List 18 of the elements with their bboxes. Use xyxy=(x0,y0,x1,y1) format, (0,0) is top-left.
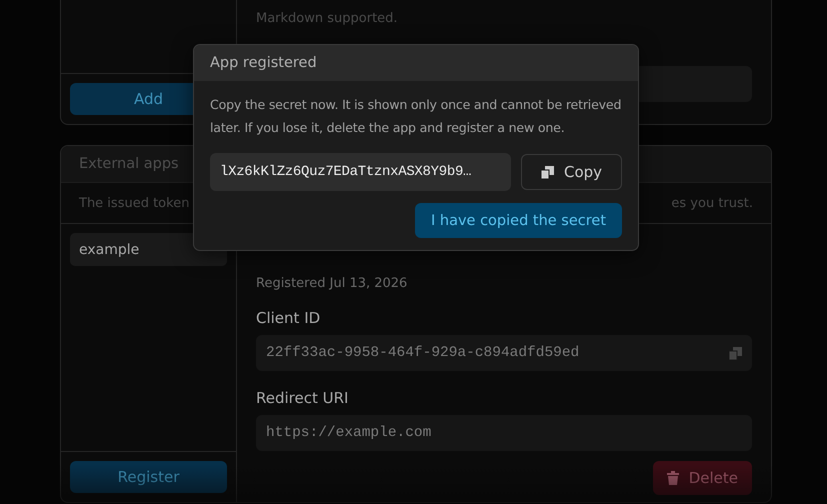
delete-button[interactable]: Delete xyxy=(652,461,752,495)
confirm-button[interactable]: I have copied the secret xyxy=(415,203,622,238)
secret-field[interactable]: lXz6kKlZz6Quz7EDaTtznxASX8Y9b9… xyxy=(210,153,511,191)
dialog-title: App registered xyxy=(210,55,317,71)
trash-icon xyxy=(666,471,679,485)
description-text: es you trust. xyxy=(671,196,753,210)
copy-button[interactable]: Copy xyxy=(521,154,622,190)
registered-date: Registered Jul 13, 2026 xyxy=(256,276,408,291)
client-id-field[interactable]: 22ff33ac-9958-464f-929a-c894adfd59ed xyxy=(256,335,752,371)
card-title: External apps xyxy=(79,156,179,172)
redirect-uri-field[interactable]: https://example.com xyxy=(256,415,752,451)
register-button[interactable]: Register xyxy=(70,461,227,493)
field-label: Client ID xyxy=(256,309,322,327)
description-text: The issued token xyxy=(79,196,190,210)
field-label: Redirect URI xyxy=(256,389,350,407)
copy-icon xyxy=(540,166,554,178)
copy-icon xyxy=(729,346,742,360)
hint-text: Markdown supported. xyxy=(256,10,399,26)
